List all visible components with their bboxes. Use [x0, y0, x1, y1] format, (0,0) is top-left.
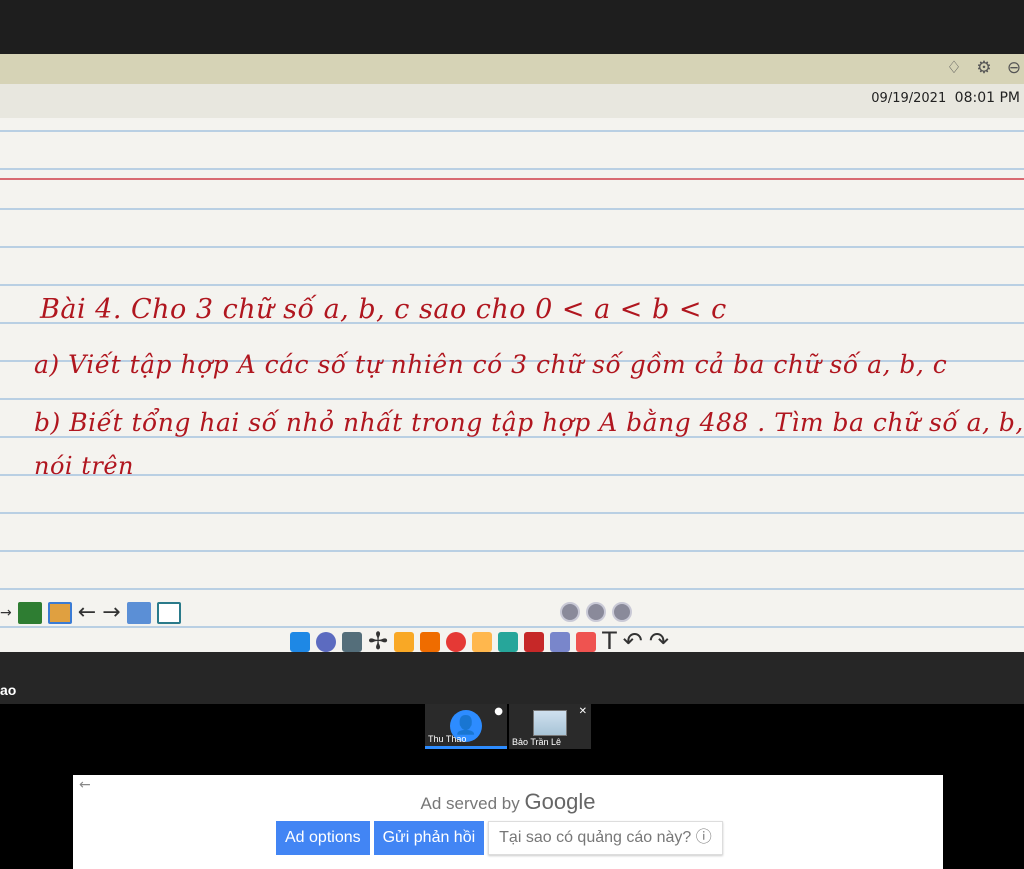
ad-button-row: Ad options Gửi phản hồi Tại sao có quảng…	[276, 821, 723, 855]
date-text: 09/19/2021	[871, 91, 947, 106]
arrow-small-icon[interactable]: →	[0, 602, 12, 624]
send-feedback-button[interactable]: Gửi phản hồi	[373, 821, 485, 855]
participant-name: Thu Thao	[428, 734, 467, 744]
header-icons: ♢ ⚙ ⊖	[944, 58, 1024, 78]
participant-name: Bảo Trần Lê	[512, 737, 562, 747]
folder-icon[interactable]	[47, 602, 72, 624]
windows-icon[interactable]	[290, 632, 310, 652]
select-icon[interactable]	[498, 632, 519, 652]
move-icon[interactable]: ✢	[368, 629, 388, 652]
ad-options-button[interactable]: Ad options	[276, 821, 370, 855]
handwriting-line-2: a) Viết tập hợp A các số tự nhiên có 3 c…	[34, 350, 948, 379]
back-arrow-icon[interactable]: ←	[78, 602, 96, 624]
folder-icon[interactable]	[394, 632, 415, 652]
why-this-ad-button[interactable]: Tại sao có quảng cáo này? ⓘ	[488, 821, 723, 855]
whiteboard-toolbar: → ← →	[0, 602, 181, 624]
image-icon[interactable]	[17, 602, 42, 624]
lined-paper: Bài 4. Cho 3 chữ số a, b, c sao cho 0 < …	[0, 118, 1024, 652]
forward-arrow-icon[interactable]: →	[102, 602, 120, 624]
top-bar	[0, 0, 1024, 54]
participant-tile[interactable]: 👤 ● Thu Thao	[425, 704, 507, 749]
eraser-icon[interactable]	[550, 632, 571, 652]
notebook-header: ♢ ⚙ ⊖	[0, 54, 1024, 84]
undo-icon[interactable]: ↶	[623, 629, 643, 652]
page-number-icon[interactable]	[156, 602, 181, 624]
red-margin-line	[0, 178, 1024, 180]
bell-icon[interactable]: ♢	[944, 58, 964, 78]
camera-icon[interactable]	[342, 632, 362, 652]
ad-served-label: Ad served by Google	[73, 789, 943, 815]
view-controls	[560, 602, 632, 622]
handwriting-line-4: nói trên	[34, 452, 134, 480]
hand-icon[interactable]	[472, 632, 493, 652]
marker-icon[interactable]	[524, 632, 545, 652]
pen-tool-icon[interactable]	[560, 602, 580, 622]
handwriting-line-1: Bài 4. Cho 3 chữ số a, b, c sao cho 0 < …	[40, 294, 727, 325]
ad-served-text: Ad served by	[420, 794, 520, 813]
shared-screen: ♢ ⚙ ⊖ 09/19/2021 08:01 PM Bài 4. Cho 3 c…	[0, 54, 1024, 652]
taskbar: ✢ T ↶ ↷	[290, 629, 669, 652]
trash-icon[interactable]	[612, 602, 632, 622]
box-icon[interactable]	[420, 632, 441, 652]
color-tool-icon[interactable]	[586, 602, 606, 622]
add-page-icon[interactable]	[126, 602, 151, 624]
presenter-name: ao	[0, 682, 17, 698]
handwriting-line-3: b) Biết tổng hai số nhỏ nhất trong tập h…	[34, 408, 1024, 437]
presenter-name-strip: ao	[0, 652, 1024, 704]
text-tool-icon[interactable]: T	[602, 629, 617, 652]
mic-muted-icon: ✕	[578, 706, 587, 717]
video-thumbnail	[533, 710, 567, 736]
participant-strip: 👤 ● Thu Thao ✕ Bảo Trần Lê	[425, 704, 591, 749]
shapes-icon[interactable]	[576, 632, 597, 652]
google-logo: Google	[524, 789, 596, 814]
person-badge-icon: ●	[494, 706, 503, 717]
gear-icon[interactable]: ⚙	[974, 58, 994, 78]
participant-tile[interactable]: ✕ Bảo Trần Lê	[509, 704, 591, 749]
redo-icon[interactable]: ↷	[649, 629, 669, 652]
time-text: 08:01 PM	[954, 90, 1020, 106]
ad-panel: ← Ad served by Google Ad options Gửi phả…	[73, 775, 943, 869]
apps-icon[interactable]	[316, 632, 336, 652]
datetime: 09/19/2021 08:01 PM	[871, 90, 1020, 106]
minus-circle-icon[interactable]: ⊖	[1004, 58, 1024, 78]
browser-icon[interactable]	[446, 632, 467, 652]
